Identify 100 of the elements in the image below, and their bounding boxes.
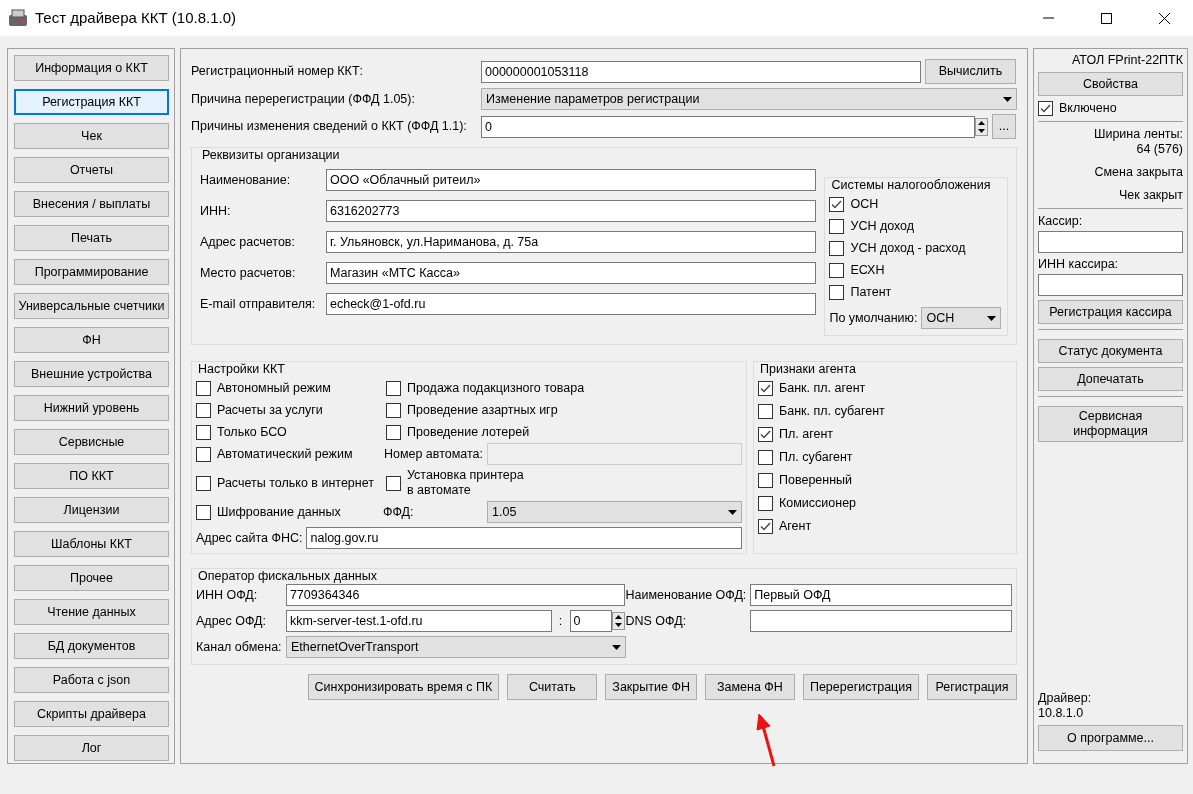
sidebar-button[interactable]: Работа с json — [14, 667, 169, 693]
input-field[interactable] — [1038, 274, 1183, 296]
checkbox[interactable] — [196, 380, 211, 396]
sidebar-button[interactable]: ПО ККТ — [14, 463, 169, 489]
checkbox[interactable] — [196, 475, 211, 491]
caret-icon — [728, 509, 737, 515]
checkbox-label: Продажа подакцизного товара — [407, 380, 585, 396]
sidebar-button[interactable]: Сервисные — [14, 429, 169, 455]
checkbox[interactable] — [196, 402, 211, 418]
checkbox[interactable] — [386, 402, 401, 418]
checkbox-label: Поверенный — [779, 473, 853, 488]
checkbox-label: Включено — [1059, 101, 1117, 116]
checkbox-label: Автономный режим — [217, 380, 331, 396]
checkbox[interactable] — [386, 380, 401, 396]
properties-button[interactable]: Свойства — [1038, 72, 1183, 96]
input-field[interactable]: Магазин «МТС Касса» — [326, 262, 816, 284]
sidebar-button[interactable]: Чек — [14, 123, 169, 149]
input-field[interactable]: 6316202773 — [326, 200, 816, 222]
sidebar-button[interactable]: Шаблоны ККТ — [14, 531, 169, 557]
field-label: ФФД: — [383, 504, 415, 520]
checkbox[interactable] — [196, 504, 211, 520]
spinner-arrows-icon[interactable] — [612, 612, 626, 630]
input-field[interactable]: ООО «Облачный ритеил» — [326, 169, 816, 191]
checkbox[interactable] — [829, 241, 845, 256]
close-icon[interactable] — [1158, 12, 1170, 24]
checkbox[interactable] — [386, 424, 401, 440]
checkbox[interactable] — [196, 424, 211, 440]
sidebar-button[interactable]: Чтение данных — [14, 599, 169, 625]
checkbox[interactable] — [758, 473, 773, 488]
checkbox-label: ОСН — [850, 197, 879, 212]
checkbox[interactable] — [758, 404, 773, 419]
checkbox-label: УСН доход - расход — [850, 241, 966, 256]
sidebar-button[interactable]: Программирование — [14, 259, 169, 285]
checkbox[interactable] — [758, 427, 773, 442]
sidebar-button[interactable]: Печать — [14, 225, 169, 251]
sidebar-button[interactable]: Прочее — [14, 565, 169, 591]
number-field[interactable]: 0 — [481, 115, 975, 138]
number-field[interactable]: 0 — [569, 610, 613, 632]
about-button[interactable]: О программе... — [1038, 725, 1183, 751]
caret-icon — [987, 315, 997, 321]
input-field[interactable]: 7709364346 — [285, 584, 626, 606]
input-field[interactable]: г. Ульяновск, ул.Нариманова, д. 75а — [326, 231, 816, 253]
checkbox-label: Комиссионер — [779, 496, 857, 511]
dropdown[interactable]: ОСН — [921, 307, 1002, 329]
field-label: Адрес расчетов: — [200, 234, 296, 250]
sidebar-button[interactable]: Отчеты — [14, 157, 169, 183]
action-button[interactable]: Замена ФН — [704, 674, 795, 700]
sidebar-button[interactable]: Скрипты драйвера — [14, 701, 169, 727]
device-model: АТОЛ FPrint-22ПТК — [1071, 53, 1183, 68]
sidebar-button[interactable]: Внешние устройства — [14, 361, 169, 387]
field-label: Адрес сайта ФНС: — [196, 530, 303, 546]
checkbox[interactable] — [829, 197, 845, 212]
input-field[interactable] — [1038, 231, 1183, 253]
action-button[interactable]: Закрытие ФН — [605, 674, 697, 700]
spinner-arrows-icon[interactable] — [975, 117, 988, 136]
checkbox-label: УСН доход — [850, 219, 915, 234]
input-field[interactable] — [487, 443, 742, 465]
sidebar-button[interactable]: БД документов — [14, 633, 169, 659]
dropdown[interactable]: Изменение параметров регистрации — [481, 88, 1017, 110]
action-button[interactable]: Регистрация — [927, 674, 1017, 700]
action-button[interactable]: Считать — [507, 674, 598, 700]
checkbox[interactable] — [386, 475, 401, 491]
checkbox[interactable] — [829, 263, 845, 278]
checkbox[interactable] — [196, 446, 211, 462]
input-field[interactable]: nalog.gov.ru — [306, 527, 742, 549]
checkmark-icon — [831, 200, 843, 209]
more-button[interactable]: ... — [992, 114, 1016, 139]
input-field[interactable]: kkm-server-test.1-ofd.ru — [285, 610, 552, 632]
sidebar-button[interactable]: Регистрация ККТ — [14, 89, 169, 115]
dropdown[interactable]: EthernetOverTransport — [286, 636, 626, 658]
checkbox[interactable] — [829, 219, 845, 234]
input-field[interactable] — [750, 610, 1012, 632]
action-button[interactable]: Перерегистрация — [802, 674, 919, 700]
panel-button[interactable]: Сервисная информация — [1038, 406, 1183, 442]
checkbox[interactable] — [1038, 101, 1053, 116]
checkbox[interactable] — [758, 496, 773, 511]
input-field[interactable]: Первый ОФД — [750, 584, 1012, 606]
minimize-icon[interactable] — [1042, 17, 1054, 19]
input-field[interactable]: 000000001053118 — [481, 60, 921, 83]
maximize-icon[interactable] — [1100, 12, 1112, 24]
panel-button[interactable]: Допечатать — [1038, 367, 1183, 391]
checkbox[interactable] — [758, 519, 773, 534]
sidebar-button[interactable]: Универсальные счетчики — [14, 293, 169, 319]
checkbox[interactable] — [758, 450, 773, 465]
sidebar-button[interactable]: Внесения / выплаты — [14, 191, 169, 217]
input-field[interactable]: echeck@1-ofd.ru — [326, 293, 816, 315]
field-label: ИНН ОФД: — [196, 587, 259, 603]
sidebar-button[interactable]: Нижний уровень — [14, 395, 169, 421]
sidebar-button[interactable]: Лицензии — [14, 497, 169, 523]
checkbox[interactable] — [829, 285, 845, 300]
sidebar-button[interactable]: Информация о ККТ — [14, 55, 169, 81]
panel-button[interactable]: Статус документа — [1038, 339, 1183, 363]
sidebar-button[interactable]: ФН — [14, 327, 169, 353]
panel-button[interactable]: Регистрация кассира — [1038, 300, 1183, 324]
field-label: ИНН: — [200, 203, 232, 219]
action-button[interactable]: Синхронизировать время с ПК — [307, 674, 500, 700]
dropdown[interactable]: 1.05 — [487, 501, 742, 523]
calculate-button[interactable]: Вычислить — [925, 59, 1016, 84]
checkbox[interactable] — [758, 381, 773, 396]
sidebar-button[interactable]: Лог — [14, 735, 169, 761]
